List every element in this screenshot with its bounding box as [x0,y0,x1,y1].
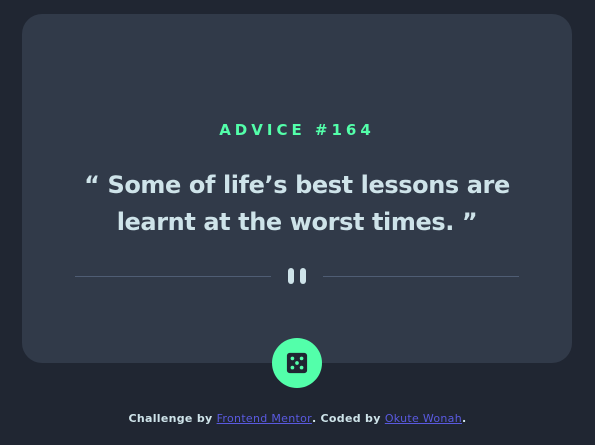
new-advice-button[interactable] [272,338,322,388]
footer-suffix: . [462,412,467,425]
attribution-footer: Challenge by Frontend Mentor. Coded by O… [0,412,595,425]
frontend-mentor-link[interactable]: Frontend Mentor [217,412,312,425]
pattern-divider [75,268,519,286]
author-link[interactable]: Okute Wonah [385,412,462,425]
challenge-prefix-text: Challenge by [128,412,217,425]
coded-by-text: . Coded by [311,412,385,425]
divider-line-left [75,276,271,277]
pause-icon [288,268,308,286]
divider-line-right [323,276,519,277]
advice-card: ADVICE #164 “ Some of life’s best lesson… [22,14,572,363]
advice-quote: “ Some of life’s best lessons are learnt… [84,171,510,236]
dice-icon [286,352,308,374]
advice-id-label: ADVICE #164 [219,121,375,139]
